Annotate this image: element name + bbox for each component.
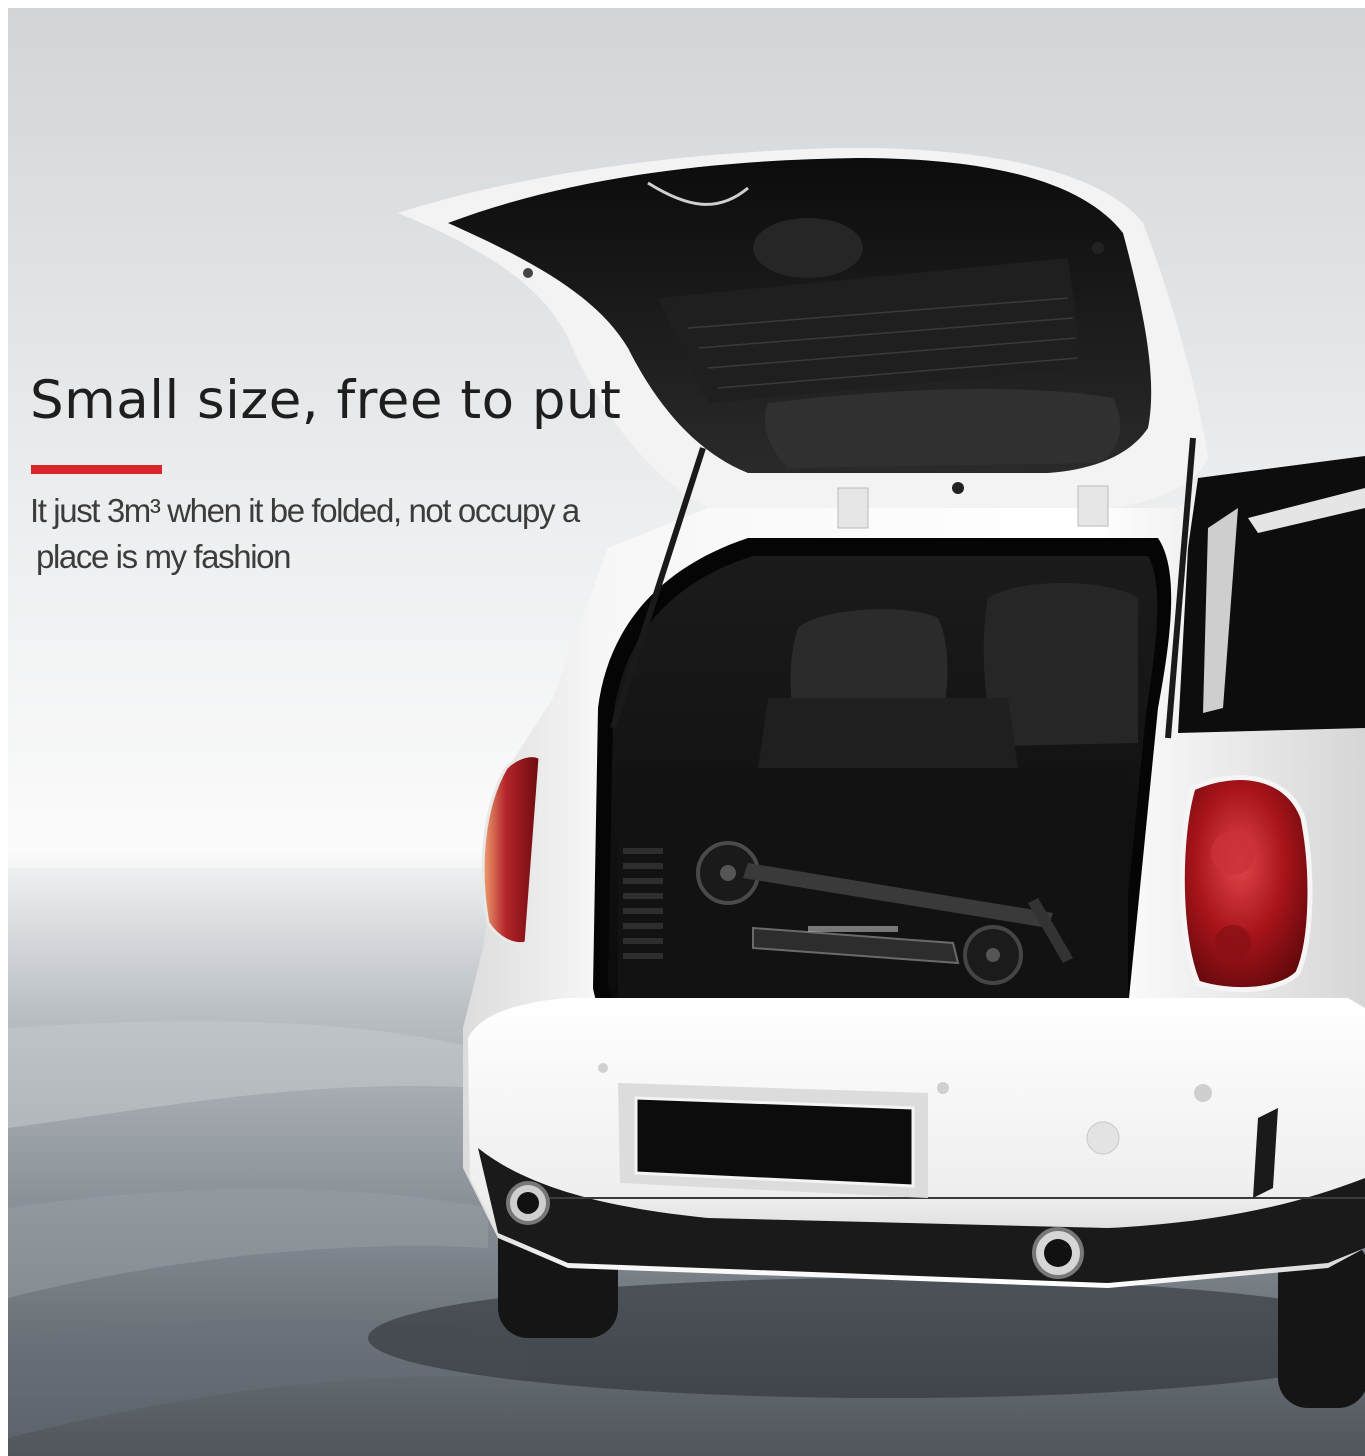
subtitle-line-1: It just 3m³ when it be folded, not occup… [30,492,580,529]
headline: Small size, free to put [30,370,622,431]
subtitle-line-2: place is my fashion [36,538,291,575]
product-banner: Small size, free to put It just 3m³ when… [8,8,1365,1456]
car-image [8,8,1365,1456]
accent-bar [31,465,162,474]
subtitle: It just 3m³ when it be folded, not occup… [30,488,670,580]
